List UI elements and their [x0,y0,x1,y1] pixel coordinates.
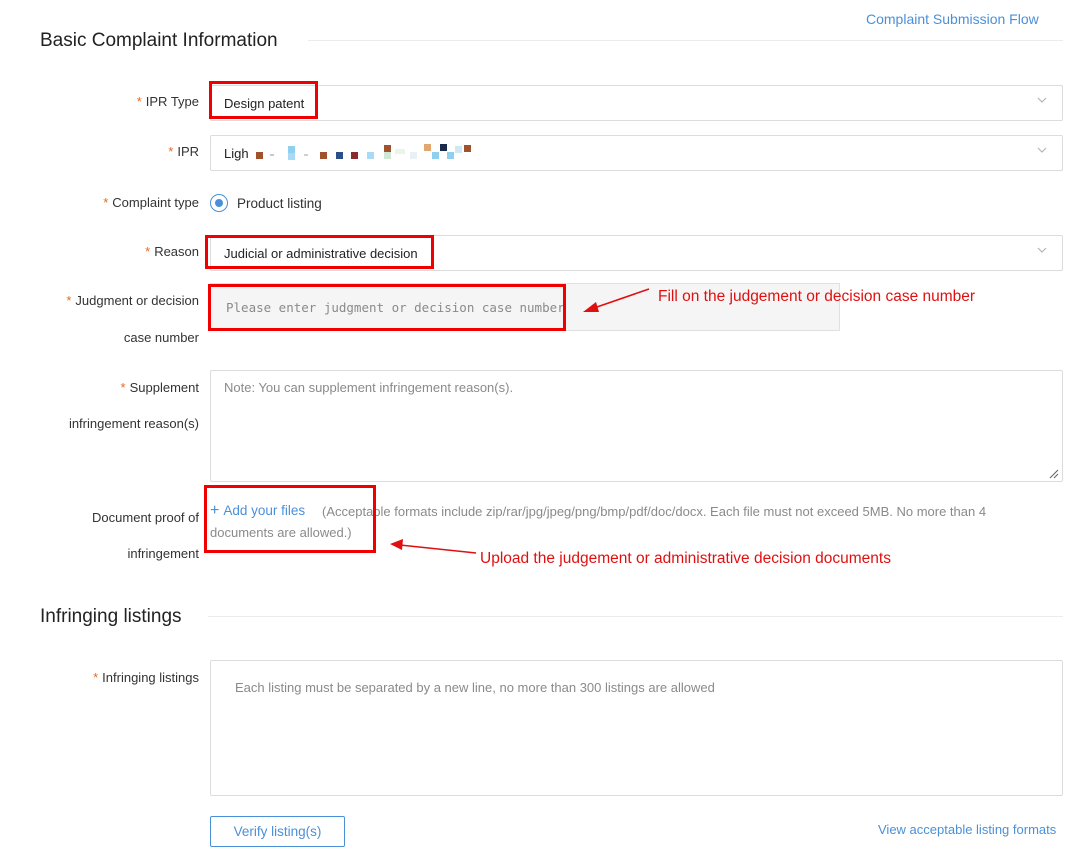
reason-label: * Reason [145,244,199,259]
chevron-down-icon [1037,97,1047,106]
annotation-upload: Upload the judgement or administrative d… [480,550,891,567]
chevron-down-icon [1037,147,1047,156]
listings-field[interactable] [210,660,1063,796]
section-divider [308,40,1063,41]
ipr-type-label: * IPR Type [136,94,199,109]
redacted-ipr-text [250,143,480,163]
view-formats-link[interactable]: View acceptable listing formats [878,822,1056,837]
complaint-type-radio[interactable]: Product listing [210,194,322,212]
section-divider [208,616,1063,617]
section-title-basic: Basic Complaint Information [40,30,278,51]
ipr-type-select[interactable]: Design patent [210,85,1063,121]
complaint-flow-link[interactable]: Complaint Submission Flow [866,11,1039,27]
supplement-textarea[interactable] [211,371,1062,481]
annotation-case-number: Fill on the judgement or decision case n… [658,288,976,305]
ipr-type-value: Design patent [224,95,305,111]
ipr-label: * IPR [168,144,199,159]
radio-selected-icon[interactable] [210,194,228,212]
complaint-type-label: * Complaint type [103,195,199,210]
reason-value: Judicial or administrative decision [224,245,418,261]
supplement-field[interactable] [210,370,1063,482]
complaint-type-option: Product listing [237,195,322,211]
proof-label-line2: infringement [127,546,199,561]
file-format-hint: (Acceptable formats include zip/rar/jpg/… [210,504,987,540]
annotation-arrow-icon [390,539,477,554]
case-number-label: * Judgment or decision [66,293,199,308]
verify-listings-button[interactable]: Verify listing(s) [210,816,345,847]
listings-label: * Infringing listings [93,670,199,685]
reason-select[interactable]: Judicial or administrative decision [210,235,1063,271]
section-title-infringing: Infringing listings [40,606,182,627]
case-number-label-line2: case number [123,330,199,345]
supplement-label: * Supplement [120,380,199,395]
ipr-value: Ligh [224,145,249,161]
proof-label: Document proof of [92,510,199,525]
listings-textarea[interactable] [211,661,1062,795]
resize-handle-icon[interactable] [1048,467,1059,479]
chevron-down-icon [1037,247,1047,256]
annotation-arrow-icon [583,288,650,312]
supplement-label-line2: infringement reason(s) [68,416,199,431]
